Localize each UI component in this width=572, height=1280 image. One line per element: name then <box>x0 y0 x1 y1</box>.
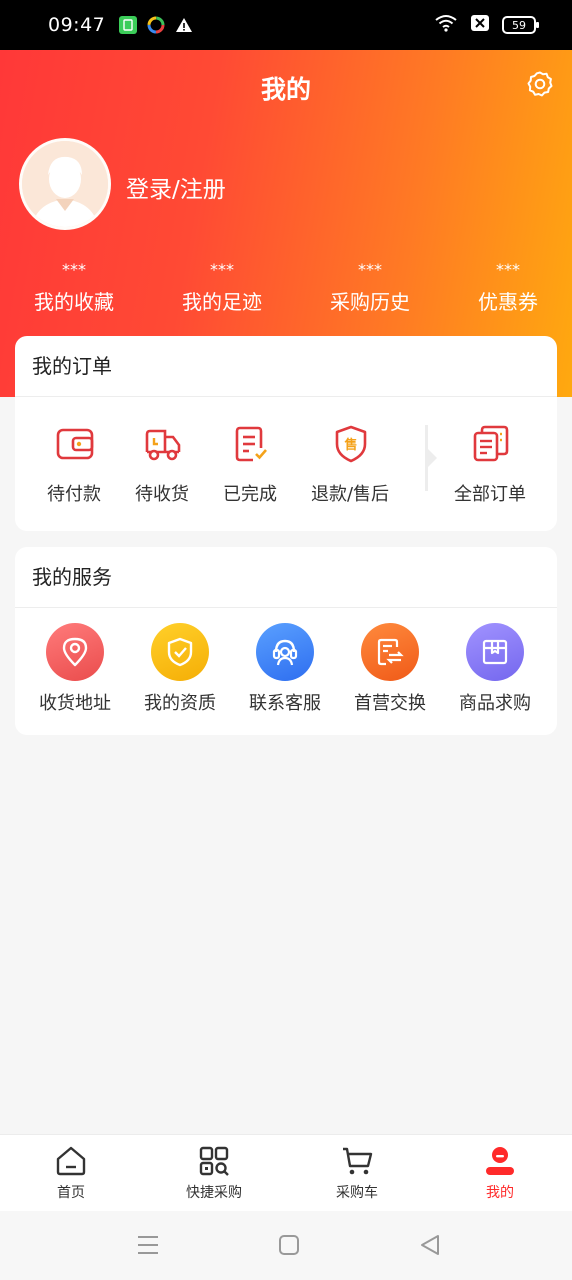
stat-favorites[interactable]: *** 我的收藏 <box>0 262 148 315</box>
back-triangle-icon[interactable] <box>418 1233 442 1257</box>
nav-profile[interactable]: 我的 <box>445 1135 555 1212</box>
quick-purchase-icon <box>198 1145 230 1177</box>
stat-label: 采购历史 <box>330 290 410 314</box>
service-label: 商品求购 <box>459 693 531 714</box>
exchange-doc-icon <box>361 623 419 681</box>
order-item-label: 已完成 <box>223 484 277 505</box>
order-item-label: 退款/售后 <box>310 484 390 505</box>
battery-icon: 59 <box>502 16 539 34</box>
colorful-app-icon <box>147 16 165 34</box>
wifi-icon <box>434 14 458 36</box>
stat-coupons[interactable]: *** 优惠券 <box>444 262 572 315</box>
order-item-label: 全部订单 <box>454 484 526 505</box>
profile-icon <box>484 1145 516 1177</box>
system-navigation-bar <box>0 1211 572 1280</box>
avatar[interactable] <box>19 138 111 230</box>
stat-value: *** <box>210 260 234 279</box>
status-time: 09:47 <box>48 14 106 36</box>
orders-title: 我的订单 <box>15 336 557 397</box>
page-title: 我的 <box>260 75 311 104</box>
stat-value: *** <box>358 260 382 279</box>
services-row: 收货地址 我的资质 联系客服 首营交换 商品求购 <box>15 608 557 735</box>
stat-label: 优惠券 <box>478 290 538 314</box>
service-label: 我的资质 <box>144 693 216 714</box>
completed-doc-icon <box>231 424 271 464</box>
home-icon <box>55 1145 87 1177</box>
nav-label: 我的 <box>486 1185 514 1201</box>
orders-row: 待付款 待收货 已完成 售 退款/售后 全部订单 <box>15 397 557 531</box>
status-right-icons: 59 <box>434 14 539 36</box>
warning-icon <box>175 16 193 34</box>
truck-icon <box>143 424 183 464</box>
stat-label: 我的足迹 <box>182 290 262 314</box>
status-bar: 09:47 59 <box>0 0 572 50</box>
stats-row: *** 我的收藏 *** 我的足迹 *** 采购历史 *** 优惠券 <box>0 262 572 315</box>
nav-label: 首页 <box>57 1185 85 1201</box>
bottom-nav: 首页 快捷采购 采购车 我的 <box>0 1134 572 1211</box>
package-icon <box>466 623 524 681</box>
nav-quick-purchase[interactable]: 快捷采购 <box>159 1135 269 1212</box>
login-register-link[interactable]: 登录/注册 <box>126 170 226 204</box>
services-title: 我的服务 <box>15 547 557 608</box>
default-avatar-icon <box>22 141 108 227</box>
nav-home[interactable]: 首页 <box>16 1135 126 1212</box>
service-label: 收货地址 <box>39 693 111 714</box>
settings-gear-icon[interactable] <box>526 70 554 98</box>
service-label: 首营交换 <box>354 693 426 714</box>
menu-lines-icon[interactable] <box>136 1233 160 1257</box>
stat-value: *** <box>496 260 520 279</box>
nav-cart[interactable]: 采购车 <box>302 1135 412 1212</box>
screen: 09:47 59 我的 登录/注册 *** 我的收藏 *** 我的足迹 *** … <box>0 0 572 1280</box>
home-square-icon[interactable] <box>277 1233 301 1257</box>
stat-footprints[interactable]: *** 我的足迹 <box>148 262 296 315</box>
cart-icon <box>341 1145 373 1177</box>
headset-icon <box>256 623 314 681</box>
x-box-icon <box>470 14 490 36</box>
services-card: 我的服务 收货地址 我的资质 联系客服 首营交换 商品求购 <box>15 547 557 735</box>
after-sale-shield-icon: 售 <box>331 424 371 464</box>
after-sale-glyph: 售 <box>344 437 357 453</box>
service-label: 联系客服 <box>249 693 321 714</box>
shield-check-icon <box>151 623 209 681</box>
wallet-icon <box>55 424 95 464</box>
all-orders-icon <box>471 424 511 464</box>
stat-purchase-history[interactable]: *** 采购历史 <box>296 262 444 315</box>
stat-value: *** <box>62 260 86 279</box>
status-left-icons <box>119 16 193 34</box>
nav-label: 采购车 <box>336 1185 378 1201</box>
orders-card: 我的订单 待付款 待收货 已完成 售 退款/售后 全部订单 <box>15 336 557 531</box>
location-pin-icon <box>46 623 104 681</box>
nav-label: 快捷采购 <box>186 1185 242 1201</box>
app-green-icon <box>119 16 138 34</box>
stat-label: 我的收藏 <box>34 290 114 314</box>
